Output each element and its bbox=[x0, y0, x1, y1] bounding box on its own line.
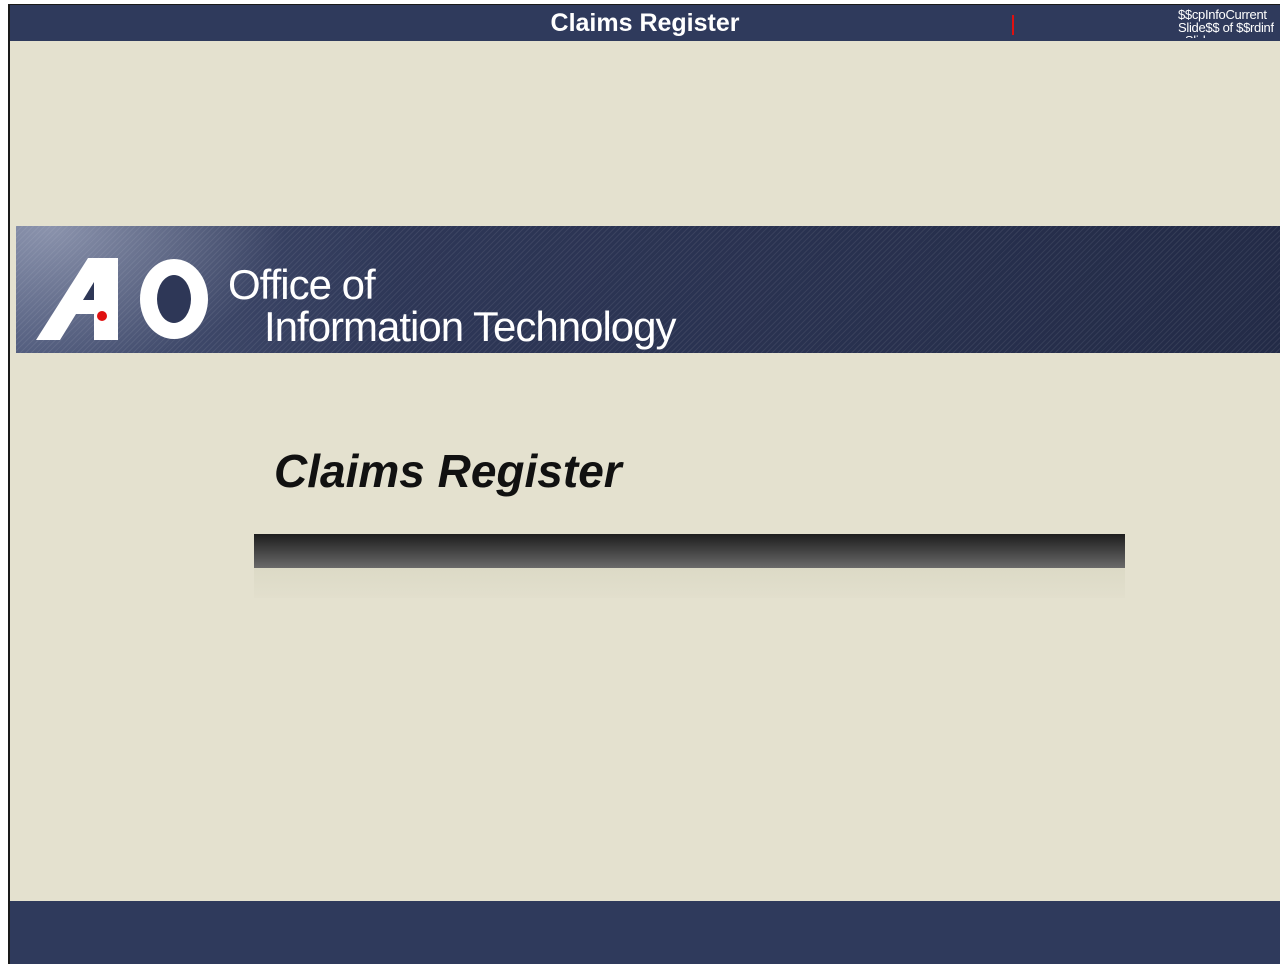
title-underline-bar bbox=[254, 534, 1125, 568]
top-bar: Claims Register $$cpInfoCurrentSlide$$ o… bbox=[10, 5, 1280, 41]
slide-title: Claims Register bbox=[274, 445, 622, 497]
org-banner: AO Office of Information Technology bbox=[16, 226, 1280, 353]
org-name-line1: Office of bbox=[228, 261, 376, 308]
org-name-line2: Information Technology bbox=[264, 303, 676, 350]
slide-frame: Claims Register $$cpInfoCurrentSlide$$ o… bbox=[8, 4, 1280, 964]
header-title: Claims Register bbox=[550, 9, 740, 37]
red-marker bbox=[1012, 15, 1014, 35]
ao-logo-icon: AO bbox=[36, 258, 208, 340]
slide-counter: $$cpInfoCurrentSlide$$ of $$rdinfoSlide bbox=[1178, 8, 1274, 38]
bottom-bar bbox=[10, 901, 1280, 964]
title-bar-reflection bbox=[254, 568, 1125, 598]
